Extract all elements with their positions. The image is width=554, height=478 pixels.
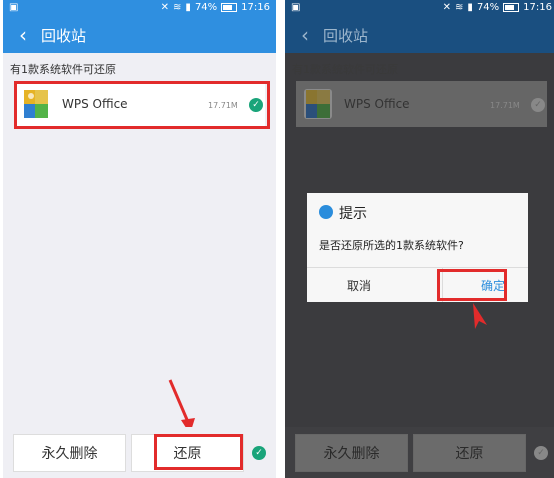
back-button[interactable]: ‹ [293, 21, 317, 49]
checkmark-icon: ✓ [531, 98, 545, 112]
info-icon [319, 205, 333, 219]
highlight-restore-button [154, 434, 243, 470]
app-name: WPS Office [344, 97, 410, 111]
status-bar: ▣ ✕ ≋ ▮ 74% 17:16 [3, 0, 276, 17]
dialog-divider [307, 267, 528, 268]
phone-screen-right: ▣ ✕ ≋ ▮ 74% 17:16 ‹ 回收站 有1款系统软件可还原 WPS O… [285, 0, 554, 478]
app-bar: ‹ 回收站 [3, 17, 276, 53]
wifi-icon: ≋ [173, 2, 182, 13]
signal-icon: ▮ [185, 2, 191, 13]
clock: 17:16 [241, 2, 270, 13]
clock: 17:16 [523, 2, 552, 13]
battery-percent: 74% [476, 2, 500, 13]
restore-button: 还原 [413, 434, 526, 472]
screenshot-icon: ▣ [291, 2, 301, 13]
highlight-app-row [14, 81, 270, 129]
status-bar: ▣ ✕ ≋ ▮ 74% 17:16 [285, 0, 554, 17]
signal-icon: ▮ [467, 2, 473, 13]
battery-icon [221, 3, 238, 12]
permanent-delete-button: 永久删除 [295, 434, 408, 472]
dialog-cancel-button[interactable]: 取消 [347, 277, 371, 294]
screenshot-icon: ▣ [9, 2, 19, 13]
restore-count-label: 有1款系统软件可还原 [292, 63, 398, 76]
dialog-message: 是否还原所选的1款系统软件? [319, 239, 464, 252]
wifi-icon: ≋ [455, 2, 464, 13]
back-button[interactable]: ‹ [11, 21, 35, 49]
battery-icon [503, 3, 520, 12]
app-bar: ‹ 回收站 [285, 17, 554, 53]
app-size: 17.71M [490, 101, 520, 110]
battery-percent: 74% [194, 2, 218, 13]
mute-icon: ✕ [442, 2, 452, 13]
chevron-left-icon: ‹ [19, 23, 27, 47]
status-icons: ✕ ≋ ▮ 74% 17:16 [161, 2, 270, 13]
status-icons: ✕ ≋ ▮ 74% 17:16 [443, 2, 552, 13]
mute-icon: ✕ [160, 2, 170, 13]
phone-screen-left: ▣ ✕ ≋ ▮ 74% 17:16 ‹ 回收站 有1款系统软件可还原 WPS O… [3, 0, 276, 478]
cursor-arrow-icon [473, 303, 487, 329]
page-title: 回收站 [323, 27, 369, 45]
highlight-confirm-button [437, 269, 507, 301]
select-all-checkmark-icon: ✓ [534, 446, 548, 460]
bottom-action-bar: 永久删除 还原 ✓ [285, 427, 554, 478]
wps-office-icon [304, 89, 332, 119]
dialog-title: 提示 [339, 206, 367, 222]
permanent-delete-button[interactable]: 永久删除 [13, 434, 126, 472]
app-list-item: WPS Office 17.71M ✓ [296, 81, 547, 127]
chevron-left-icon: ‹ [301, 23, 309, 47]
restore-count-label: 有1款系统软件可还原 [10, 63, 116, 76]
select-all-checkmark-icon[interactable]: ✓ [252, 446, 266, 460]
page-title: 回收站 [41, 27, 87, 45]
